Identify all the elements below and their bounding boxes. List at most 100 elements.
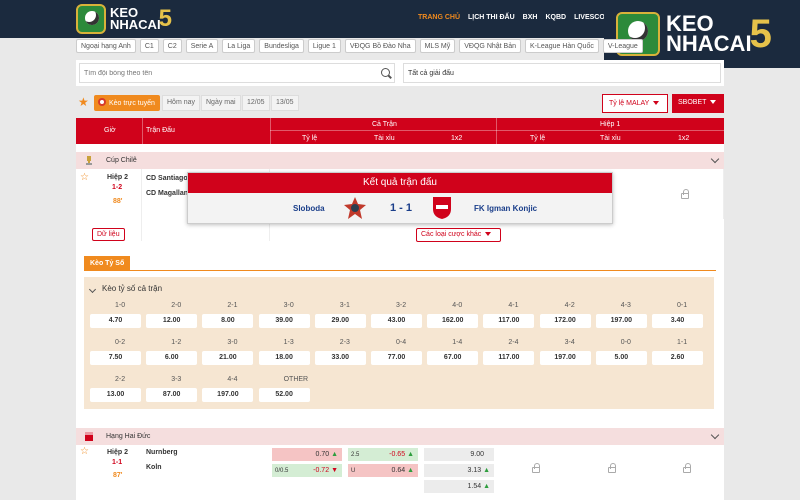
- under-odd[interactable]: U 0.64 ▲: [348, 464, 418, 477]
- odd-1x2-draw[interactable]: 1.54 ▲: [424, 480, 494, 493]
- correct-score-option[interactable]: 0-4 77.00: [371, 336, 422, 370]
- league-tab[interactable]: C1: [139, 39, 159, 53]
- score-odd-value[interactable]: 197.00: [539, 351, 591, 365]
- live-odds-button[interactable]: Kèo trực tuyến: [94, 95, 160, 111]
- score-odd-value[interactable]: 39.00: [258, 314, 310, 328]
- league-tab[interactable]: Ligue 1: [307, 39, 341, 53]
- score-odd-value[interactable]: 6.00: [146, 351, 198, 365]
- score-odd-value[interactable]: 7.50: [90, 351, 141, 365]
- correct-score-option[interactable]: 2-0 12.00: [146, 299, 198, 333]
- score-odd-value[interactable]: 5.00: [595, 351, 647, 365]
- correct-score-option[interactable]: 3-3 87.00: [146, 373, 198, 407]
- score-odd-value[interactable]: 18.00: [258, 351, 310, 365]
- correct-score-option[interactable]: 4-0 162.00: [427, 299, 479, 333]
- score-odd-value[interactable]: 52.00: [258, 388, 310, 402]
- correct-score-option[interactable]: 0-1 3.40: [652, 299, 703, 333]
- away-team[interactable]: Koln: [146, 464, 162, 471]
- league-row[interactable]: Cúp Chilê: [76, 152, 724, 169]
- correct-score-option[interactable]: 2-3 33.00: [314, 336, 366, 370]
- score-odd-value[interactable]: 162.00: [427, 314, 479, 328]
- correct-score-tab[interactable]: Kèo Tỷ Số: [84, 256, 131, 271]
- correct-score-option[interactable]: 0-0 5.00: [595, 336, 647, 370]
- correct-score-option[interactable]: OTHER 52.00: [258, 373, 310, 407]
- handicap-away-odd[interactable]: 0/0.5 -0.72 ▼: [272, 464, 342, 477]
- score-odd-value[interactable]: 2.60: [652, 351, 703, 365]
- score-odd-value[interactable]: 67.00: [427, 351, 479, 365]
- score-odd-value[interactable]: 77.00: [371, 351, 422, 365]
- league-tab[interactable]: MLS Mỹ: [419, 39, 456, 53]
- correct-score-option[interactable]: 4-4 197.00: [202, 373, 254, 407]
- search-icon[interactable]: [381, 68, 390, 77]
- correct-score-option[interactable]: 0-2 7.50: [90, 336, 141, 370]
- correct-score-option[interactable]: 2-1 8.00: [202, 299, 254, 333]
- league-tab[interactable]: Serie A: [185, 39, 219, 53]
- league-tab[interactable]: La Liga: [222, 39, 256, 53]
- day-tab-today[interactable]: Hôm nay: [162, 95, 201, 111]
- score-odd-value[interactable]: 4.70: [90, 314, 141, 328]
- favorite-star-icon[interactable]: ☆: [80, 446, 89, 457]
- score-odd-value[interactable]: 3.40: [652, 314, 703, 328]
- correct-score-option[interactable]: 3-0 39.00: [258, 299, 310, 333]
- league-row[interactable]: Hạng Hai Đức: [76, 428, 724, 445]
- correct-score-option[interactable]: 2-4 117.00: [483, 336, 535, 370]
- odds-type-select[interactable]: Tỷ lệ MALAY: [602, 94, 668, 113]
- league-tab[interactable]: VĐQG Nhật Bản: [459, 39, 522, 53]
- score-odd-value[interactable]: 197.00: [202, 388, 254, 402]
- odd-1x2-away[interactable]: 3.13 ▲: [424, 464, 494, 477]
- col-over-under: Tài xỉu: [374, 135, 395, 142]
- correct-score-option[interactable]: 4-3 197.00: [595, 299, 647, 333]
- score-odd-value[interactable]: 117.00: [483, 314, 535, 328]
- score-odd-value[interactable]: 13.00: [90, 388, 141, 402]
- correct-score-option[interactable]: 4-1 117.00: [483, 299, 535, 333]
- stats-button[interactable]: Dữ liệu: [92, 228, 125, 241]
- score-odd-value[interactable]: 117.00: [483, 351, 535, 365]
- correct-score-option[interactable]: 3-2 43.00: [371, 299, 422, 333]
- day-tab-date[interactable]: 12/05: [242, 95, 270, 111]
- score-odd-value[interactable]: 29.00: [314, 314, 366, 328]
- chevron-down-icon[interactable]: [710, 430, 720, 440]
- score-odd-value[interactable]: 87.00: [146, 388, 198, 402]
- nav-item-schedule[interactable]: LỊCH THI ĐẤU: [468, 14, 515, 21]
- nav-item-results[interactable]: KQBD: [545, 14, 566, 21]
- home-team[interactable]: Nurnberg: [146, 449, 178, 456]
- chevron-down-icon[interactable]: [88, 285, 97, 294]
- league-tab[interactable]: VĐQG Bồ Đào Nha: [344, 39, 416, 53]
- score-odd-value[interactable]: 12.00: [146, 314, 198, 328]
- league-tab[interactable]: V-League: [602, 39, 643, 53]
- league-tab[interactable]: Ngoại hạng Anh: [76, 39, 136, 53]
- bookmaker-select[interactable]: SBOBET: [672, 94, 724, 113]
- score-odd-value[interactable]: 43.00: [371, 314, 422, 328]
- correct-score-option[interactable]: 1-2 6.00: [146, 336, 198, 370]
- correct-score-option[interactable]: 3-0 21.00: [202, 336, 254, 370]
- correct-score-option[interactable]: 1-4 67.00: [427, 336, 479, 370]
- nav-item-home[interactable]: TRANG CHỦ: [418, 14, 460, 21]
- league-select[interactable]: Tất cả giải đấu: [403, 63, 721, 83]
- league-tab[interactable]: C2: [162, 39, 182, 53]
- correct-score-option[interactable]: 4-2 172.00: [539, 299, 591, 333]
- caret-down-icon: [710, 100, 717, 104]
- odd-1x2-home[interactable]: 9.00: [424, 448, 494, 461]
- day-tab-tomorrow[interactable]: Ngày mai: [201, 95, 241, 111]
- handicap-home-odd[interactable]: 0.70 ▲: [272, 448, 342, 461]
- nav-item-standings[interactable]: BXH: [523, 14, 538, 21]
- league-tab[interactable]: Bundesliga: [259, 39, 304, 53]
- correct-score-option[interactable]: 1-1 2.60: [652, 336, 703, 370]
- more-bets-button[interactable]: Các loại cược khác: [416, 228, 501, 242]
- score-odd-value[interactable]: 8.00: [202, 314, 254, 328]
- score-odd-value[interactable]: 172.00: [539, 314, 591, 328]
- correct-score-option[interactable]: 3-4 197.00: [539, 336, 591, 370]
- correct-score-option[interactable]: 2-2 13.00: [90, 373, 141, 407]
- correct-score-option[interactable]: 1-3 18.00: [258, 336, 310, 370]
- favorite-star-icon[interactable]: ★: [78, 95, 89, 109]
- over-odd[interactable]: 2.5 -0.65 ▲: [348, 448, 418, 461]
- chevron-down-icon[interactable]: [710, 154, 720, 164]
- score-odd-value[interactable]: 197.00: [595, 314, 647, 328]
- score-odd-value[interactable]: 21.00: [202, 351, 254, 365]
- day-tab-date[interactable]: 13/05: [271, 95, 299, 111]
- correct-score-option[interactable]: 1-0 4.70: [90, 299, 141, 333]
- league-tab[interactable]: K-League Hàn Quốc: [525, 39, 599, 53]
- team-search-input[interactable]: [79, 63, 395, 83]
- score-odd-value[interactable]: 33.00: [314, 351, 366, 365]
- correct-score-option[interactable]: 3-1 29.00: [314, 299, 366, 333]
- site-logo[interactable]: KEO NHACAI 5: [76, 4, 172, 34]
